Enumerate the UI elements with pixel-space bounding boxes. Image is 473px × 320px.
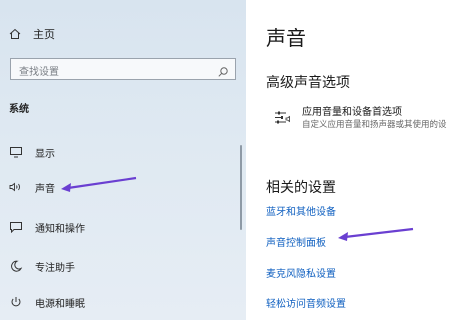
section-label-system: 系统: [9, 104, 29, 115]
speaker-icon: [9, 181, 23, 193]
sidebar-item-notifications[interactable]: 通知和操作: [9, 219, 85, 235]
link-sound-control-panel[interactable]: 声音控制面板: [266, 234, 326, 249]
search-icon[interactable]: [217, 63, 229, 77]
sidebar-item-sound[interactable]: 声音: [9, 179, 55, 195]
sidebar-item-display[interactable]: 显示: [9, 144, 55, 160]
power-icon: [9, 296, 23, 308]
page-title: 声音: [266, 26, 306, 50]
mixer-icon: [274, 109, 292, 127]
app-volume-preferences-item[interactable]: 应用音量和设备首选项 自定义应用音量和扬声器或其使用的设: [274, 107, 447, 131]
app-volume-text: 应用音量和设备首选项 自定义应用音量和扬声器或其使用的设: [302, 107, 447, 131]
sidebar-scrollbar[interactable]: [240, 145, 242, 230]
home-icon: [9, 28, 21, 40]
sidebar-item-label: 电源和睡眠: [35, 298, 85, 310]
app-volume-description: 自定义应用音量和扬声器或其使用的设: [302, 120, 447, 130]
moon-icon: [9, 260, 23, 272]
link-ease-of-access-audio[interactable]: 轻松访问音频设置: [266, 295, 346, 310]
related-settings-heading: 相关的设置: [266, 180, 336, 196]
search-placeholder: 查找设置: [19, 67, 59, 78]
sidebar-item-label: 声音: [35, 183, 55, 195]
sidebar-item-label: 显示: [35, 148, 55, 160]
sidebar-home[interactable]: 主页: [9, 26, 55, 42]
sidebar-item-power-sleep[interactable]: 电源和睡眠: [9, 294, 85, 310]
sidebar-item-focus-assist[interactable]: 专注助手: [9, 258, 75, 274]
advanced-sound-heading: 高级声音选项: [266, 75, 350, 91]
monitor-icon: [9, 146, 23, 158]
notification-icon: [9, 221, 23, 233]
search-input[interactable]: 查找设置: [10, 58, 236, 80]
sidebar-item-label: 通知和操作: [35, 223, 85, 235]
annotation-arrow: [338, 227, 414, 241]
annotation-arrow: [61, 176, 137, 192]
sidebar-home-label: 主页: [33, 28, 55, 41]
link-bluetooth-devices[interactable]: 蓝牙和其他设备: [266, 203, 336, 218]
settings-sidebar: 主页 查找设置 系统 显示 声音 通知和操作 专注助手 电源和睡眠: [0, 0, 246, 320]
sidebar-item-label: 专注助手: [35, 262, 75, 274]
app-volume-title: 应用音量和设备首选项: [302, 107, 402, 118]
link-microphone-privacy[interactable]: 麦克风隐私设置: [266, 265, 336, 280]
